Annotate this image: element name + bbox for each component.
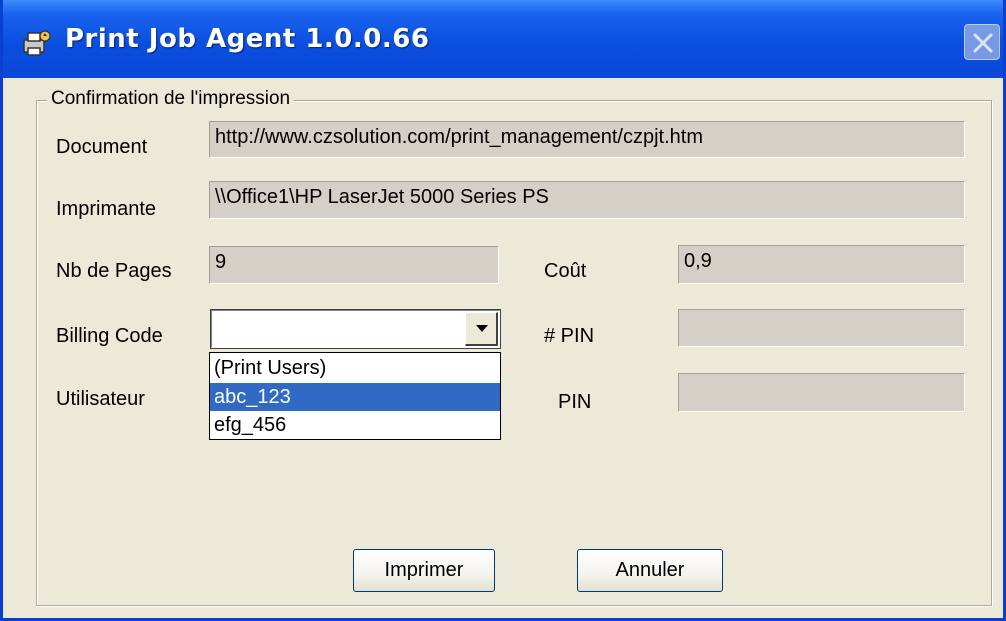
cost-field[interactable]: 0,9 [678,245,965,284]
print-job-agent-window: Print Job Agent 1.0.0.66 Confirmation de… [0,0,1006,621]
chevron-down-icon [476,325,488,332]
document-label: Document [56,136,148,158]
billing-code-combobox[interactable] [210,309,501,349]
cancel-button[interactable]: Annuler [577,549,723,592]
billing-code-dropdown-button[interactable] [465,312,498,346]
window-title: Print Job Agent 1.0.0.66 [65,24,430,54]
user-label: Utilisateur [56,388,145,410]
printer-label: Imprimante [56,198,157,220]
dropdown-option-abc-123[interactable]: abc_123 [210,383,500,411]
dropdown-option-print-users[interactable]: (Print Users) [210,354,500,382]
close-icon [973,33,993,53]
cost-label: Coût [544,260,587,282]
pin-number-label: # PIN [544,325,595,347]
print-agent-icon [21,28,51,58]
print-confirmation-group [36,100,992,606]
dropdown-option-efg-456[interactable]: efg_456 [210,411,500,439]
title-bar[interactable]: Print Job Agent 1.0.0.66 [3,0,1003,78]
print-button[interactable]: Imprimer [353,549,495,592]
billing-code-dropdown-list: (Print Users) abc_123 efg_456 [209,352,501,440]
pin-label: PIN [558,391,592,413]
pin-number-field[interactable] [678,309,965,347]
pin-field[interactable] [678,373,965,412]
document-field[interactable]: http://www.czsolution.com/print_manageme… [209,121,965,158]
printer-field[interactable]: \\Office1\HP LaserJet 5000 Series PS [209,181,965,219]
pages-label: Nb de Pages [56,260,172,282]
billing-code-label: Billing Code [56,325,163,347]
close-button[interactable] [964,24,1000,60]
pages-field[interactable]: 9 [209,246,499,284]
group-legend: Confirmation de l'impression [47,88,295,110]
